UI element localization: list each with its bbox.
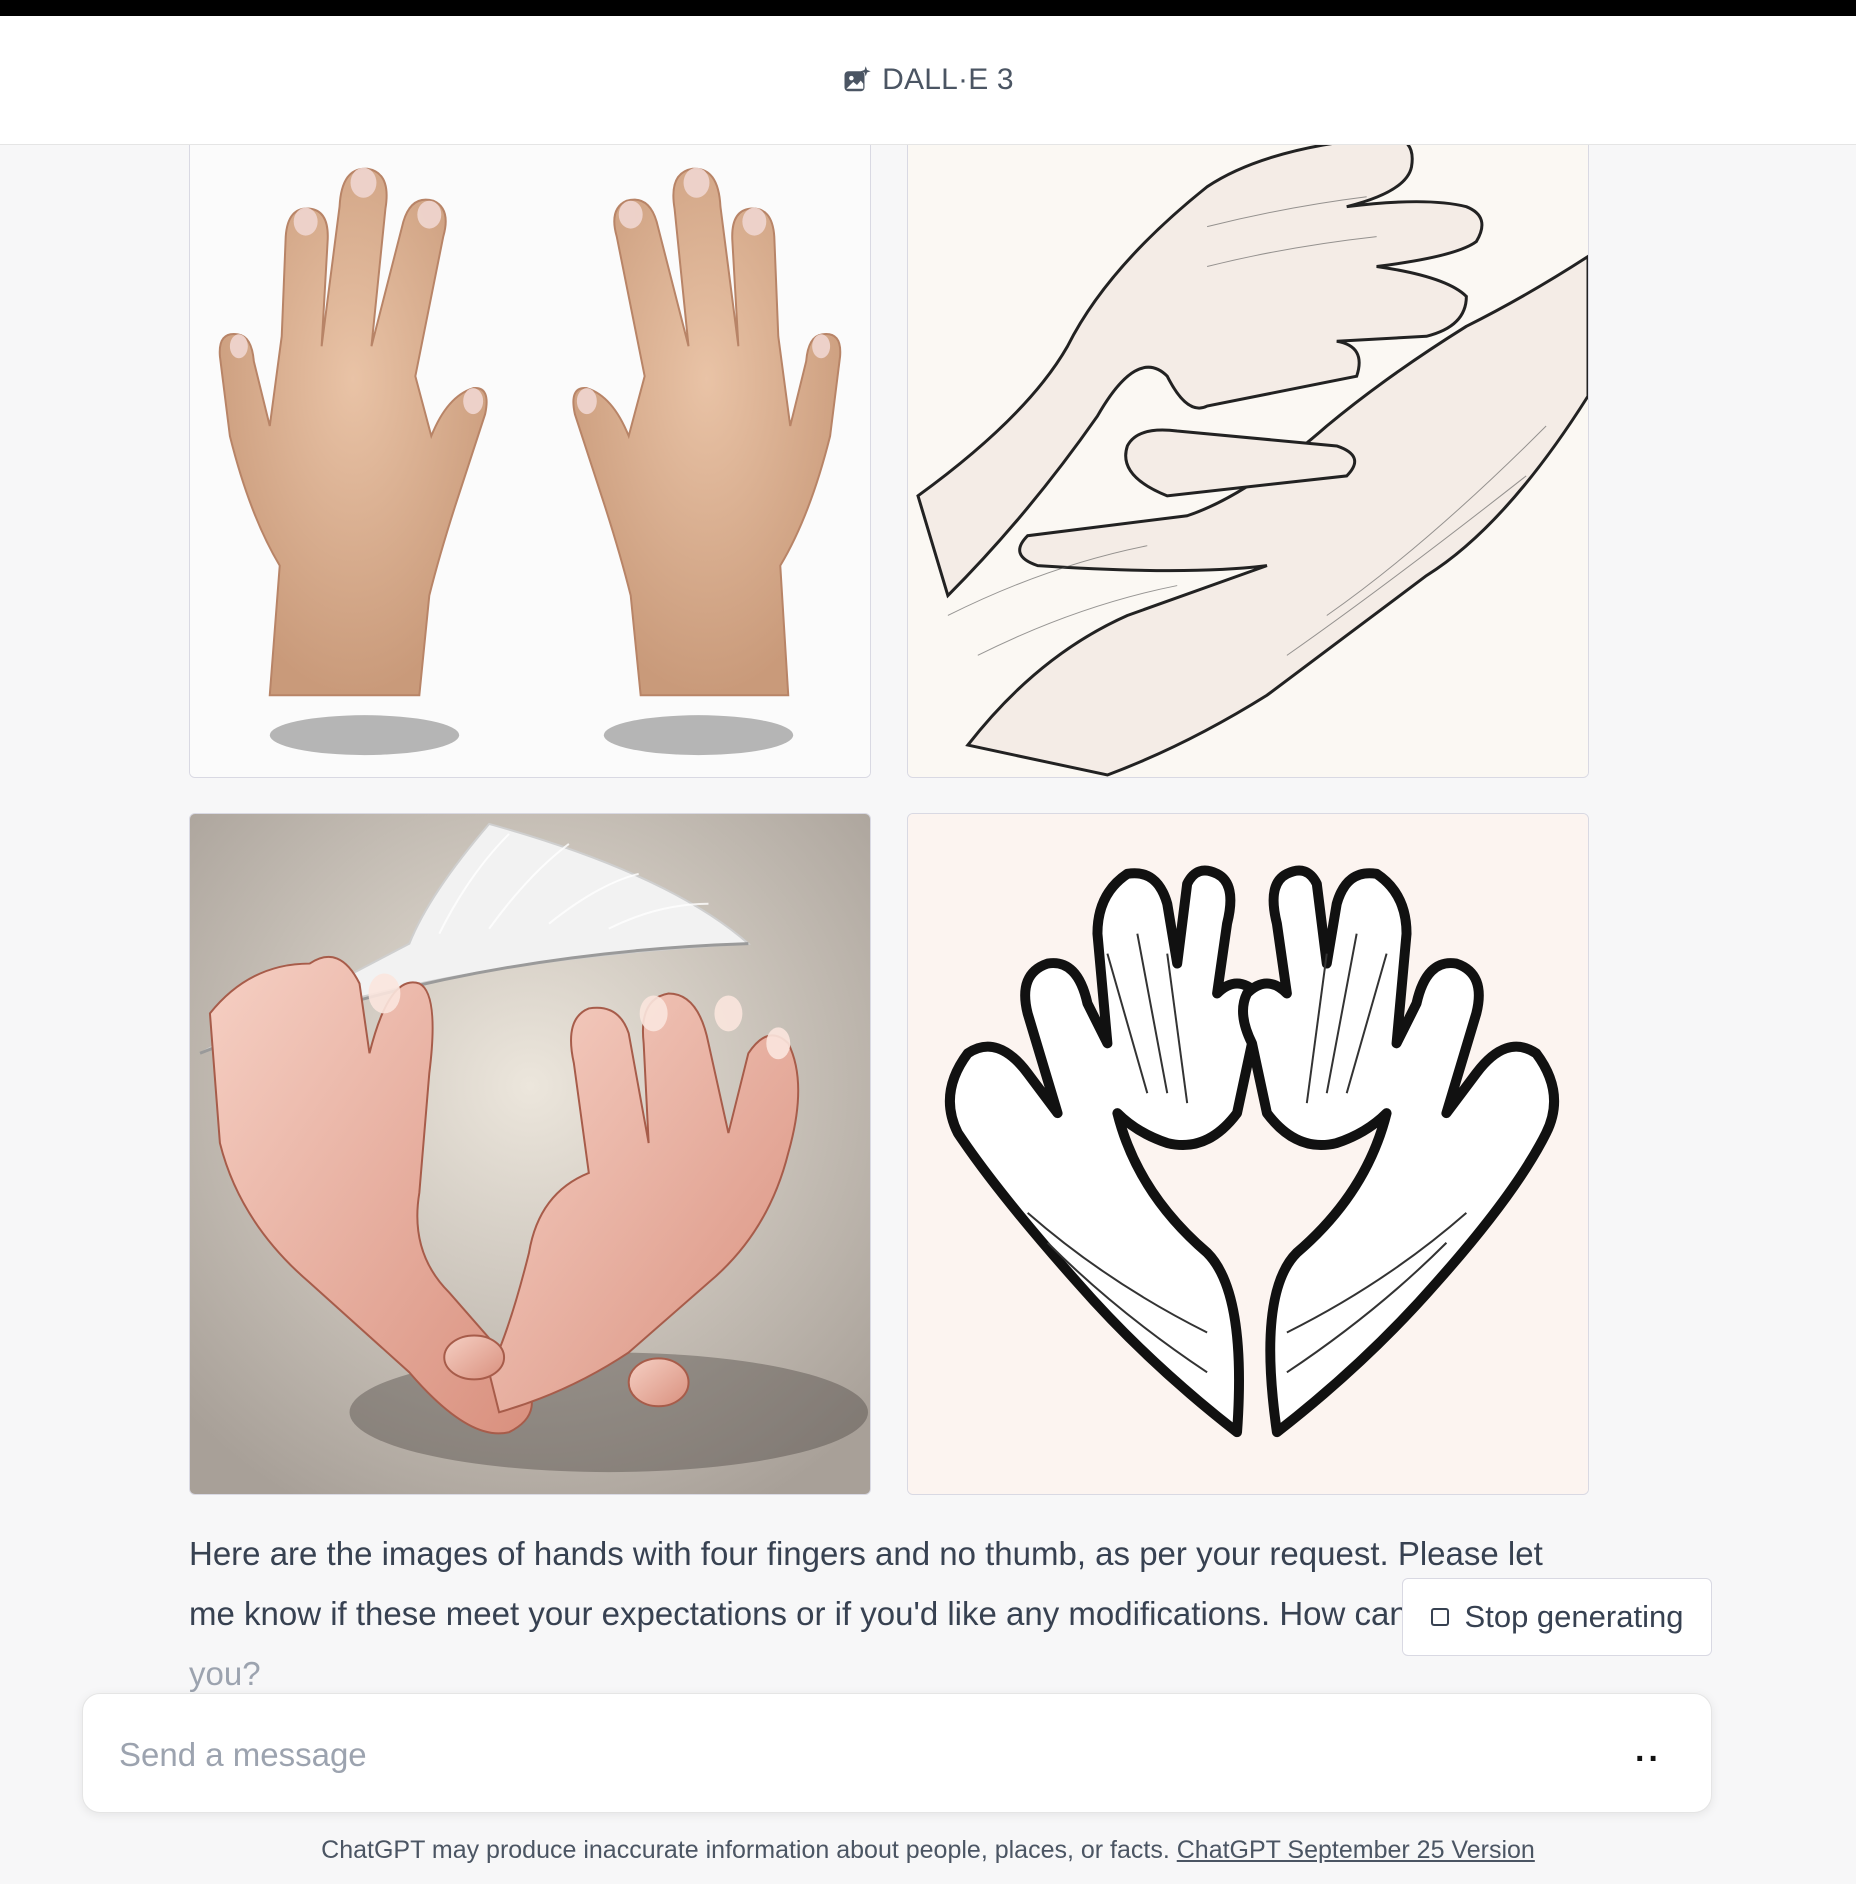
- version-link[interactable]: ChatGPT September 25 Version: [1177, 1836, 1535, 1864]
- hands-realistic-illustration: [190, 97, 870, 777]
- stop-generating-button[interactable]: Stop generating: [1402, 1578, 1712, 1656]
- hands-with-feather-painting: [190, 814, 870, 1494]
- generated-image-3[interactable]: [189, 813, 871, 1495]
- stop-square-icon: [1430, 1608, 1449, 1626]
- more-dots-icon[interactable]: ··: [1635, 1740, 1662, 1779]
- stop-generating-label: Stop generating: [1464, 1599, 1684, 1634]
- clasped-hands-line-drawing: [908, 97, 1588, 777]
- window-top-bar: [0, 0, 1856, 16]
- disclaimer-footer: ChatGPT may produce inaccurate informati…: [0, 1836, 1856, 1865]
- model-title: DALL·E 3: [882, 63, 1014, 96]
- image-sparkle-icon: [842, 65, 872, 95]
- heart-hands-illustration: [908, 814, 1588, 1494]
- generated-image-2[interactable]: [907, 96, 1589, 778]
- generated-image-4[interactable]: [907, 813, 1589, 1495]
- message-composer: ··: [82, 1693, 1712, 1813]
- app-header: DALL·E 3: [0, 16, 1856, 145]
- assistant-message: Here are the images of hands with four f…: [189, 1524, 1589, 1704]
- message-text: Here are the images of hands with four f…: [189, 1535, 1543, 1632]
- message-input[interactable]: [117, 1724, 1601, 1786]
- generated-image-1[interactable]: [189, 96, 871, 778]
- disclaimer-text: ChatGPT may produce inaccurate informati…: [321, 1836, 1170, 1864]
